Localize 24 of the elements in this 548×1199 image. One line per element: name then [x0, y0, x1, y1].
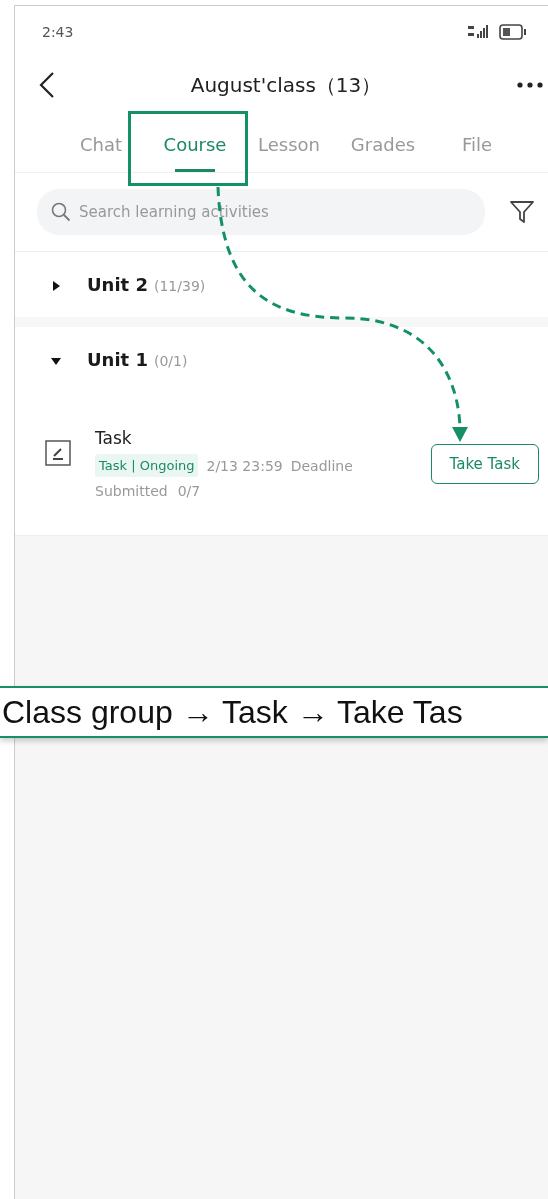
back-icon[interactable] [39, 72, 55, 98]
unit-row[interactable]: Unit 2 (11/39) [15, 252, 548, 317]
unit-row[interactable]: Unit 1 (0/1) [15, 327, 548, 392]
unit-progress: (0/1) [154, 353, 188, 369]
take-task-button[interactable]: Take Task [430, 443, 539, 484]
due-label: Deadline [290, 457, 353, 474]
filter-icon[interactable] [509, 200, 535, 224]
unit-progress: (11/39) [154, 278, 206, 294]
unit-title: Unit 2 [87, 274, 148, 295]
more-icon[interactable] [517, 82, 543, 88]
search-field[interactable]: Search learning activities [37, 189, 485, 235]
due-time: 2/13 23:59 [206, 457, 283, 474]
edit-icon [45, 440, 71, 466]
submitted-label: Submitted [95, 483, 168, 499]
battery-icon [499, 24, 527, 40]
triangle-icon [51, 356, 61, 366]
page-title: August'class（13） [190, 71, 382, 99]
task-title: Task [95, 428, 133, 448]
status-tag: Task | Ongoing [95, 454, 199, 477]
triangle-icon [51, 281, 61, 291]
status-time: 2:43 [42, 24, 75, 40]
unit-title: Unit 1 [87, 349, 148, 370]
caption-banner: Class group → Task → Take Tas [0, 686, 548, 738]
submitted-count: 0/7 [177, 483, 201, 499]
